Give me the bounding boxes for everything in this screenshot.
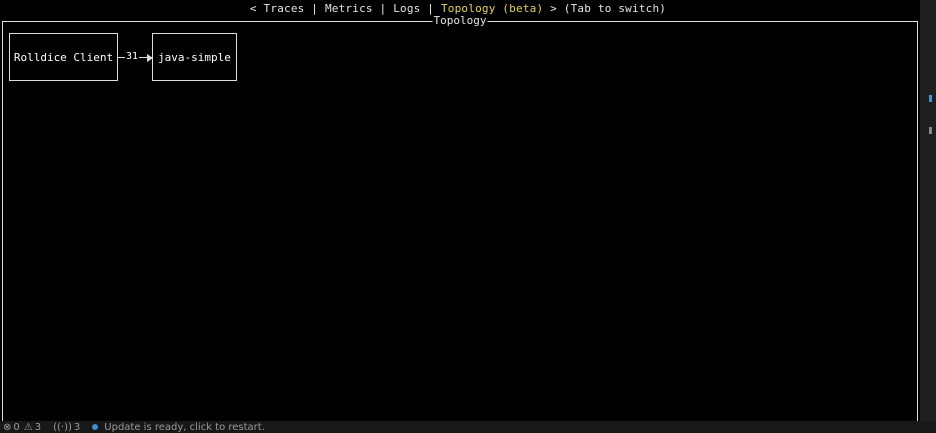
panel-title: Topology	[432, 14, 488, 28]
terminal-view: < Traces | Metrics | Logs | Topology (be…	[0, 0, 936, 425]
edge-count-label: 31	[125, 50, 140, 64]
node-label: Rolldice Client	[13, 50, 114, 64]
service-node-rolldice-client[interactable]: Rolldice Client	[9, 33, 118, 81]
ports-count: 3	[73, 421, 81, 433]
update-dot-icon	[92, 424, 99, 430]
scrollbar-marker	[929, 95, 932, 102]
update-notification[interactable]: Update is ready, click to restart.	[104, 422, 265, 433]
node-label: java-simple	[158, 50, 231, 64]
scrollbar-marker	[929, 127, 932, 134]
tab-traces[interactable]: Traces	[264, 2, 305, 15]
topology-panel: Topology Rolldice Client 31 java-simple	[2, 14, 918, 425]
ports-indicator[interactable]: ((·)) 3	[53, 422, 80, 433]
warning-triangle-icon: ⚠	[23, 421, 33, 433]
tab-logs[interactable]: Logs	[393, 2, 420, 15]
status-bar: ⊗ 0 ⚠ 3 ((·)) 3 Update is ready, click t…	[0, 421, 936, 433]
service-node-java-simple[interactable]: java-simple	[152, 33, 237, 81]
tab-separator: |	[372, 2, 394, 15]
error-circle-icon: ⊗	[3, 421, 12, 433]
warning-count: 3	[34, 421, 42, 433]
problems-indicator[interactable]: ⊗ 0 ⚠ 3	[3, 422, 41, 433]
tab-metrics[interactable]: Metrics	[325, 2, 373, 15]
broadcast-icon: ((·))	[53, 421, 72, 433]
editor-scrollbar-gutter[interactable]	[920, 0, 936, 421]
tab-separator: |	[304, 2, 325, 15]
edge-rolldice-to-java: 31	[118, 49, 153, 65]
tab-prefix: <	[249, 2, 264, 15]
tab-switch-hint: > (Tab to switch)	[543, 2, 667, 15]
error-count: 0	[13, 421, 20, 433]
